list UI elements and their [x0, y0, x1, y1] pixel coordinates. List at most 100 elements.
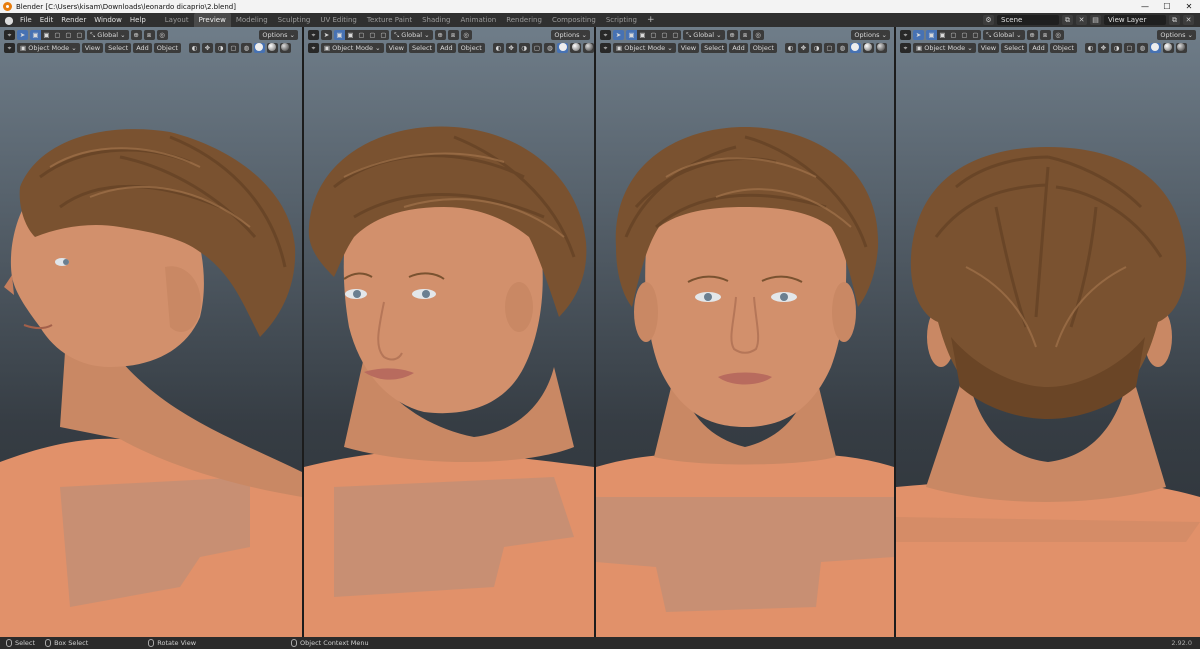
select-subtract-icon[interactable]: ▢ [52, 29, 63, 40]
select-menu[interactable]: Select [1001, 42, 1028, 53]
select-intersect-icon[interactable]: ▢ [74, 29, 85, 40]
solid-shading-icon[interactable] [1149, 42, 1161, 53]
material-shading-icon[interactable] [570, 42, 582, 53]
object-menu[interactable]: Object [457, 42, 485, 53]
object-menu[interactable]: Object [749, 42, 777, 53]
view-menu[interactable]: View [977, 42, 1000, 53]
add-menu[interactable]: Add [729, 42, 748, 53]
tab-shading[interactable]: Shading [417, 13, 455, 27]
view-layer-field[interactable]: View Layer [1104, 15, 1166, 25]
new-view-layer-icon[interactable]: ⧉ [1169, 15, 1180, 25]
transform-orientation-dropdown[interactable]: ⤡ Global ⌄ [983, 29, 1025, 40]
tab-compositing[interactable]: Compositing [547, 13, 601, 27]
pivot-point-icon[interactable]: ⊕ [130, 29, 142, 40]
select-invert-icon[interactable]: ▢ [63, 29, 74, 40]
select-subtract-icon[interactable]: ▢ [356, 29, 367, 40]
rendered-shading-icon[interactable] [1175, 42, 1187, 53]
visibility-icon[interactable]: ◐ [188, 42, 200, 53]
select-extend-icon[interactable]: ▣ [637, 29, 648, 40]
visibility-icon[interactable]: ◐ [492, 42, 504, 53]
wireframe-shading-icon[interactable]: ◍ [544, 42, 556, 53]
rendered-shading-icon[interactable] [279, 42, 291, 53]
editor-type-icon[interactable]: ⌖ [600, 42, 611, 53]
editor-type-icon[interactable]: ⌖ [600, 29, 611, 40]
select-intersect-icon[interactable]: ▢ [378, 29, 389, 40]
new-scene-icon[interactable]: ⧉ [1062, 15, 1073, 25]
pivot-point-icon[interactable]: ⊕ [1026, 29, 1038, 40]
material-shading-icon[interactable] [862, 42, 874, 53]
gizmo-icon[interactable]: ✥ [201, 42, 213, 53]
select-new-icon[interactable]: ▣ [30, 29, 41, 40]
select-new-icon[interactable]: ▣ [334, 29, 345, 40]
menu-edit[interactable]: Edit [36, 13, 58, 27]
select-extend-icon[interactable]: ▣ [41, 29, 52, 40]
wireframe-shading-icon[interactable]: ◍ [836, 42, 848, 53]
options-dropdown[interactable]: Options ⌄ [851, 29, 890, 40]
visibility-icon[interactable]: ◐ [784, 42, 796, 53]
object-mode-dropdown[interactable]: ▣ Object Mode ⌄ [17, 42, 80, 53]
transform-orientation-dropdown[interactable]: ⤡ Global ⌄ [683, 29, 725, 40]
object-menu[interactable]: Object [1049, 42, 1077, 53]
select-menu[interactable]: Select [409, 42, 436, 53]
visibility-icon[interactable]: ◐ [1084, 42, 1096, 53]
tab-modeling[interactable]: Modeling [231, 13, 273, 27]
solid-shading-icon[interactable] [253, 42, 265, 53]
close-button[interactable]: ✕ [1178, 0, 1200, 13]
editor-type-icon[interactable]: ⌖ [308, 42, 319, 53]
tab-scripting[interactable]: Scripting [601, 13, 642, 27]
snap-icon[interactable]: ⧈ [739, 29, 751, 40]
snap-icon[interactable]: ⧈ [1039, 29, 1051, 40]
object-mode-dropdown[interactable]: ▣ Object Mode ⌄ [320, 42, 384, 53]
editor-type-icon[interactable]: ⌖ [900, 42, 911, 53]
menu-render[interactable]: Render [57, 13, 90, 27]
pivot-point-icon[interactable]: ⊕ [726, 29, 738, 40]
editor-type-icon[interactable]: ⌖ [900, 29, 911, 40]
material-shading-icon[interactable] [266, 42, 278, 53]
rendered-shading-icon[interactable] [583, 42, 594, 53]
editor-type-icon[interactable]: ⌖ [4, 29, 15, 40]
proportional-edit-icon[interactable]: ◎ [752, 29, 764, 40]
select-invert-icon[interactable]: ▢ [367, 29, 378, 40]
add-menu[interactable]: Add [133, 42, 152, 53]
material-shading-icon[interactable] [1162, 42, 1174, 53]
tab-rendering[interactable]: Rendering [501, 13, 547, 27]
gizmo-icon[interactable]: ✥ [505, 42, 517, 53]
select-subtract-icon[interactable]: ▢ [948, 29, 959, 40]
object-mode-dropdown[interactable]: ▣ Object Mode ⌄ [613, 42, 676, 53]
snap-icon[interactable]: ⧈ [143, 29, 155, 40]
solid-shading-icon[interactable] [849, 42, 861, 53]
overlay-icon[interactable]: ◑ [214, 42, 226, 53]
xray-icon[interactable]: ▢ [823, 42, 835, 53]
transform-orientation-dropdown[interactable]: ⤡ Global ⌄ [391, 29, 433, 40]
proportional-edit-icon[interactable]: ◎ [460, 29, 472, 40]
add-workspace-button[interactable]: + [642, 13, 660, 27]
viewport-front[interactable]: ⌖ ➤ ▣ ▣ ▢ ▢ ▢ ⤡ Global ⌄ ⊕ ⧈ ◎ Options ⌄… [596, 27, 894, 637]
select-menu[interactable]: Select [105, 42, 132, 53]
overlay-icon[interactable]: ◑ [1110, 42, 1122, 53]
scene-name-field[interactable]: Scene [997, 15, 1059, 25]
tab-animation[interactable]: Animation [456, 13, 502, 27]
transform-orientation-dropdown[interactable]: ⤡ Global ⌄ [87, 29, 129, 40]
gizmo-icon[interactable]: ✥ [797, 42, 809, 53]
options-dropdown[interactable]: Options ⌄ [259, 29, 298, 40]
tab-sculpting[interactable]: Sculpting [273, 13, 316, 27]
viewport-back[interactable]: ⌖ ➤ ▣ ▣ ▢ ▢ ▢ ⤡ Global ⌄ ⊕ ⧈ ◎ Options ⌄… [896, 27, 1200, 637]
select-intersect-icon[interactable]: ▢ [670, 29, 681, 40]
menu-file[interactable]: File [16, 13, 36, 27]
object-mode-dropdown[interactable]: ▣ Object Mode ⌄ [913, 42, 976, 53]
view-menu[interactable]: View [677, 42, 700, 53]
select-extend-icon[interactable]: ▣ [937, 29, 948, 40]
rendered-shading-icon[interactable] [875, 42, 887, 53]
xray-icon[interactable]: ▢ [531, 42, 543, 53]
proportional-edit-icon[interactable]: ◎ [1052, 29, 1064, 40]
select-intersect-icon[interactable]: ▢ [970, 29, 981, 40]
select-invert-icon[interactable]: ▢ [959, 29, 970, 40]
menu-help[interactable]: Help [126, 13, 150, 27]
tab-uv-editing[interactable]: UV Editing [315, 13, 362, 27]
select-new-icon[interactable]: ▣ [626, 29, 637, 40]
scene-icon[interactable]: ⚙ [983, 15, 994, 25]
view-layer-icon[interactable]: ▤ [1090, 15, 1101, 25]
xray-icon[interactable]: ▢ [1123, 42, 1135, 53]
overlay-icon[interactable]: ◑ [518, 42, 530, 53]
select-new-icon[interactable]: ▣ [926, 29, 937, 40]
